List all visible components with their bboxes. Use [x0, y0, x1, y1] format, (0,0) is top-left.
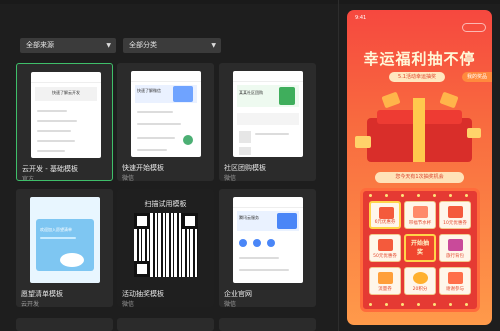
- prize-cell: 流量券: [369, 267, 401, 295]
- template-card-partial[interactable]: [219, 318, 316, 331]
- scan-to-try-label: 扫描试用模板: [144, 200, 187, 208]
- prize-cell: 谢谢参与: [439, 267, 471, 295]
- template-name: 社区团购模板: [224, 164, 266, 172]
- template-source: 微信: [224, 301, 237, 307]
- prize-cell: 20积分: [404, 267, 436, 295]
- template-card-partial[interactable]: [16, 318, 113, 331]
- template-source: 微信: [122, 175, 135, 181]
- template-name: 活动抽奖模板: [122, 290, 164, 298]
- prize-cell: 旅行背包: [439, 234, 471, 262]
- top-strip: [0, 0, 500, 4]
- activity-tag: 5.1活动幸运抽奖: [389, 72, 445, 82]
- thumb-title: 某某社区团购: [239, 90, 263, 95]
- source-filter-label: 全部来源: [26, 41, 54, 49]
- template-card-lottery[interactable]: 扫描试用模板 活动抽奖模板 微信: [117, 189, 214, 307]
- template-thumbnail: 欢迎加入愿望清单: [30, 197, 100, 283]
- template-source: 微信: [224, 175, 237, 181]
- template-card-partial[interactable]: [117, 318, 214, 331]
- my-prize-button[interactable]: 我的奖品: [462, 72, 492, 82]
- source-filter[interactable]: 全部来源 ▼: [20, 38, 116, 53]
- capsule-menu[interactable]: [462, 23, 486, 32]
- prize-cell: 带福节水杯: [404, 201, 436, 229]
- template-name: 快速开始模板: [122, 164, 164, 172]
- prize-cell: 10元优惠券: [439, 201, 471, 229]
- prize-board: 6元优惠券 带福节水杯 10元优惠券 50元优惠券 开始抽奖 旅行背包 流量券 …: [360, 188, 480, 312]
- template-source: 微信: [122, 301, 135, 307]
- template-source: 官方: [22, 176, 35, 181]
- thumb-title: 欢迎加入愿望清单: [40, 227, 72, 232]
- lottery-preview-phone: 9:41 幸运福利抽不停 5.1活动幸运抽奖 我的奖品 您今天有1次抽奖机会 6…: [347, 10, 492, 325]
- prize-cell: 6元优惠券: [369, 201, 401, 229]
- start-lottery-button[interactable]: 开始抽奖: [404, 234, 436, 262]
- template-source: 云开发: [21, 301, 40, 307]
- template-name: 愿望清单模板: [21, 290, 63, 298]
- chances-label: 您今天有1次抽奖机会: [375, 172, 464, 183]
- category-filter[interactable]: 全部分类 ▼: [123, 38, 221, 53]
- category-filter-label: 全部分类: [129, 41, 157, 49]
- template-card-community-group[interactable]: 某某社区团购 社区团购模板 微信: [219, 63, 316, 181]
- template-thumbnail: 某某社区团购: [233, 71, 303, 157]
- template-thumbnail: 快速了解云开发: [31, 72, 101, 158]
- template-card-cloud-basic[interactable]: 快速了解云开发 云开发 - 基础模板 官方: [16, 63, 113, 181]
- prize-cell: 50元优惠券: [369, 234, 401, 262]
- template-name: 云开发 - 基础模板: [22, 165, 78, 173]
- template-thumbnail: 快速了解微信: [131, 71, 201, 157]
- status-time: 9:41: [355, 15, 367, 21]
- thumb-title: 快速了解云开发: [52, 90, 80, 95]
- thumb-title: 腾讯云服务: [239, 215, 259, 220]
- template-card-enterprise[interactable]: 腾讯云服务 企业官网 微信: [219, 189, 316, 307]
- template-thumbnail: 腾讯云服务: [233, 197, 303, 283]
- template-card-quickstart[interactable]: 快速了解微信 快速开始模板 微信: [117, 63, 214, 181]
- panel-divider: [338, 0, 339, 331]
- chevron-down-icon: ▼: [211, 42, 216, 49]
- template-name: 企业官网: [224, 290, 252, 298]
- lottery-title: 幸运福利抽不停: [363, 50, 476, 68]
- thumb-title: 快速了解微信: [137, 88, 161, 93]
- chevron-down-icon: ▼: [106, 42, 111, 49]
- template-card-wishlist[interactable]: 欢迎加入愿望清单 愿望清单模板 云开发: [16, 189, 113, 307]
